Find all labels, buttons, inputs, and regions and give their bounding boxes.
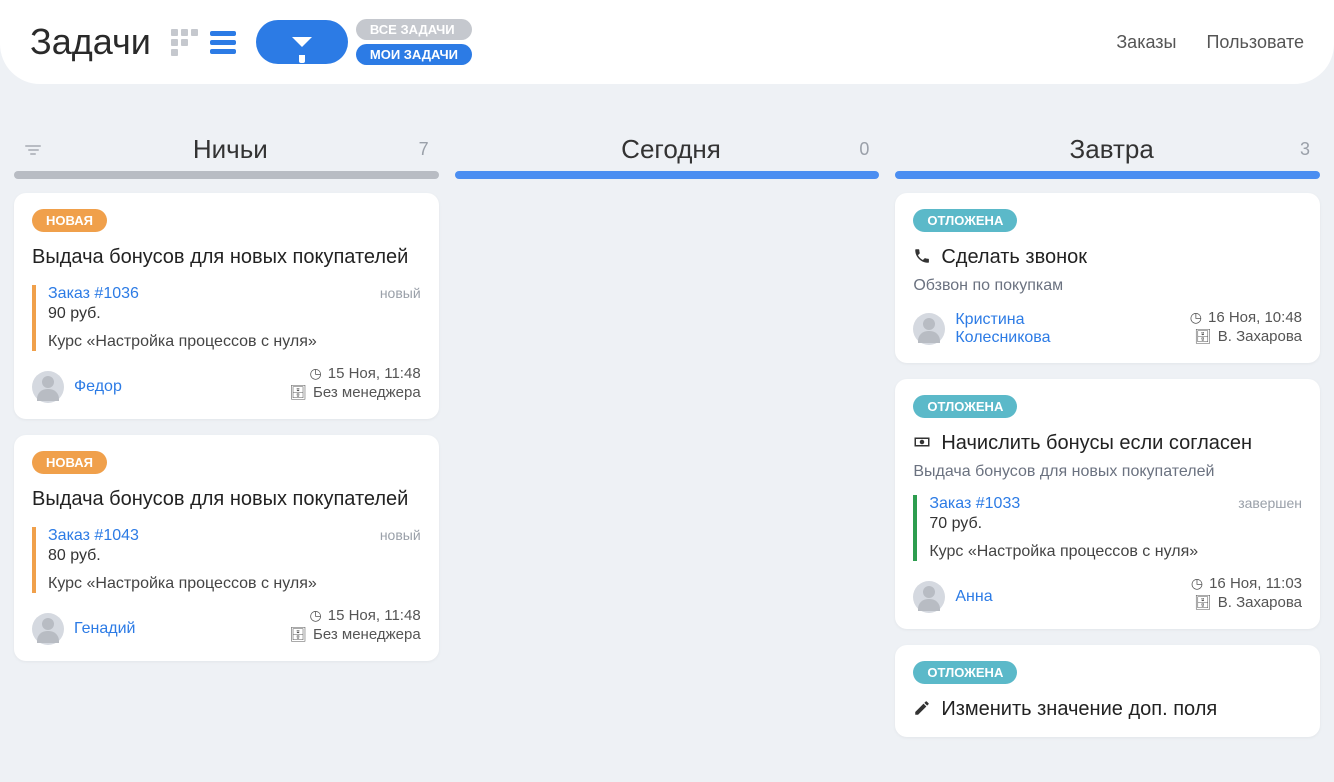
order-link[interactable]: Заказ #1043 (48, 527, 139, 545)
column-bar (455, 171, 880, 179)
order-status: завершен (1238, 495, 1302, 511)
clock-icon: ◷ (310, 607, 322, 624)
clock-icon: ◷ (1190, 309, 1202, 326)
view-toggle (171, 29, 236, 56)
task-time: 15 Ноя, 11:48 (328, 607, 421, 624)
order-status: новый (380, 285, 421, 301)
page-title: Задачи (30, 21, 151, 63)
status-badge: ОТЛОЖЕНА (913, 661, 1017, 684)
column-filter-icon[interactable] (24, 145, 42, 155)
money-icon (913, 433, 931, 451)
order-link[interactable]: Заказ #1036 (48, 285, 139, 303)
column-title: Завтра (923, 134, 1300, 165)
header-left: Задачи ВСЕ ЗАДАЧИ МОИ ЗАДАЧИ (30, 19, 472, 65)
user-link[interactable]: Генадий (74, 620, 135, 638)
filter-pills: ВСЕ ЗАДАЧИ МОИ ЗАДАЧИ (356, 19, 472, 65)
filter-section: ВСЕ ЗАДАЧИ МОИ ЗАДАЧИ (256, 19, 472, 65)
order-link[interactable]: Заказ #1033 (929, 495, 1020, 513)
order-product: Курс «Настройка процессов с нуля» (48, 575, 421, 593)
task-card[interactable]: НОВАЯ Выдача бонусов для новых покупател… (14, 435, 439, 661)
task-title: Выдача бонусов для новых покупателей (32, 244, 421, 271)
card-footer: Анна ◷ 16 Ноя, 11:03 🗄 В. Захарова (913, 575, 1302, 613)
task-time: 16 Ноя, 10:48 (1208, 309, 1302, 326)
list-view-icon[interactable] (210, 31, 236, 54)
filter-my-tasks[interactable]: МОИ ЗАДАЧИ (356, 44, 472, 65)
order-block: Заказ #1036 новый 90 руб. Курс «Настройк… (32, 285, 421, 351)
order-block: Заказ #1043 новый 80 руб. Курс «Настройк… (32, 527, 421, 593)
task-title: Выдача бонусов для новых покупателей (32, 486, 421, 513)
column-title: Сегодня (483, 134, 860, 165)
kanban-columns: Ничьи 7 НОВАЯ Выдача бонусов для новых п… (0, 84, 1334, 753)
edit-icon (913, 699, 931, 717)
card-footer: Генадий ◷ 15 Ноя, 11:48 🗄 Без менеджера (32, 607, 421, 645)
order-product: Курс «Настройка процессов с нуля» (48, 333, 421, 351)
user-link[interactable]: Кристина Колесникова (955, 311, 1085, 347)
task-time: 15 Ноя, 11:48 (328, 365, 421, 382)
header: Задачи ВСЕ ЗАДАЧИ МОИ ЗАДАЧИ Заказы Поль… (0, 0, 1334, 84)
order-block: Заказ #1033 завершен 70 руб. Курс «Настр… (913, 495, 1302, 561)
column-bar (14, 171, 439, 179)
avatar-icon (913, 581, 945, 613)
filter-button[interactable] (256, 20, 348, 64)
task-subtitle: Обзвон по покупкам (913, 277, 1302, 295)
status-badge: НОВАЯ (32, 209, 107, 232)
grid-view-icon[interactable] (171, 29, 198, 56)
column-unassigned: Ничьи 7 НОВАЯ Выдача бонусов для новых п… (14, 134, 439, 753)
task-manager: Без менеджера (313, 384, 421, 401)
column-count: 3 (1300, 139, 1310, 160)
task-card[interactable]: ОТЛОЖЕНА Сделать звонок Обзвон по покупк… (895, 193, 1320, 363)
task-card[interactable]: ОТЛОЖЕНА Изменить значение доп. поля (895, 645, 1320, 737)
briefcase-icon: 🗄 (289, 626, 307, 643)
avatar-icon (32, 613, 64, 645)
task-subtitle: Выдача бонусов для новых покупателей (913, 463, 1302, 481)
column-count: 0 (859, 139, 869, 160)
nav-users[interactable]: Пользовате (1206, 32, 1304, 53)
clock-icon: ◷ (310, 365, 322, 382)
task-title: Начислить бонусы если согласен (941, 430, 1252, 457)
status-badge: НОВАЯ (32, 451, 107, 474)
column-today: Сегодня 0 (455, 134, 880, 753)
avatar-icon (32, 371, 64, 403)
task-manager: В. Захарова (1218, 328, 1302, 345)
status-badge: ОТЛОЖЕНА (913, 395, 1017, 418)
task-card[interactable]: НОВАЯ Выдача бонусов для новых покупател… (14, 193, 439, 419)
order-price: 90 руб. (48, 305, 421, 323)
column-count: 7 (419, 139, 429, 160)
user-link[interactable]: Федор (74, 378, 122, 396)
filter-all-tasks[interactable]: ВСЕ ЗАДАЧИ (356, 19, 472, 40)
column-header: Сегодня 0 (455, 134, 880, 171)
header-nav: Заказы Пользовате (1116, 32, 1304, 53)
briefcase-icon: 🗄 (289, 384, 307, 401)
briefcase-icon: 🗄 (1194, 594, 1212, 611)
user-link[interactable]: Анна (955, 588, 992, 606)
card-footer: Кристина Колесникова ◷ 16 Ноя, 10:48 🗄 В. … (913, 309, 1302, 347)
briefcase-icon: 🗄 (1194, 328, 1212, 345)
funnel-icon (292, 37, 312, 47)
column-header: Ничьи 7 (14, 134, 439, 171)
order-price: 70 руб. (929, 515, 1302, 533)
task-manager: Без менеджера (313, 626, 421, 643)
column-tomorrow: Завтра 3 ОТЛОЖЕНА Сделать звонок Обзвон … (895, 134, 1320, 753)
status-badge: ОТЛОЖЕНА (913, 209, 1017, 232)
order-price: 80 руб. (48, 547, 421, 565)
column-header: Завтра 3 (895, 134, 1320, 171)
phone-icon (913, 247, 931, 265)
clock-icon: ◷ (1191, 575, 1203, 592)
task-title: Сделать звонок (941, 244, 1087, 271)
task-time: 16 Ноя, 11:03 (1209, 575, 1302, 592)
task-title: Изменить значение доп. поля (941, 696, 1217, 723)
nav-orders[interactable]: Заказы (1116, 32, 1176, 53)
task-card[interactable]: ОТЛОЖЕНА Начислить бонусы если согласен … (895, 379, 1320, 629)
avatar-icon (913, 313, 945, 345)
column-bar (895, 171, 1320, 179)
card-footer: Федор ◷ 15 Ноя, 11:48 🗄 Без менеджера (32, 365, 421, 403)
task-manager: В. Захарова (1218, 594, 1302, 611)
column-title: Ничьи (42, 134, 419, 165)
order-status: новый (380, 527, 421, 543)
order-product: Курс «Настройка процессов с нуля» (929, 543, 1302, 561)
